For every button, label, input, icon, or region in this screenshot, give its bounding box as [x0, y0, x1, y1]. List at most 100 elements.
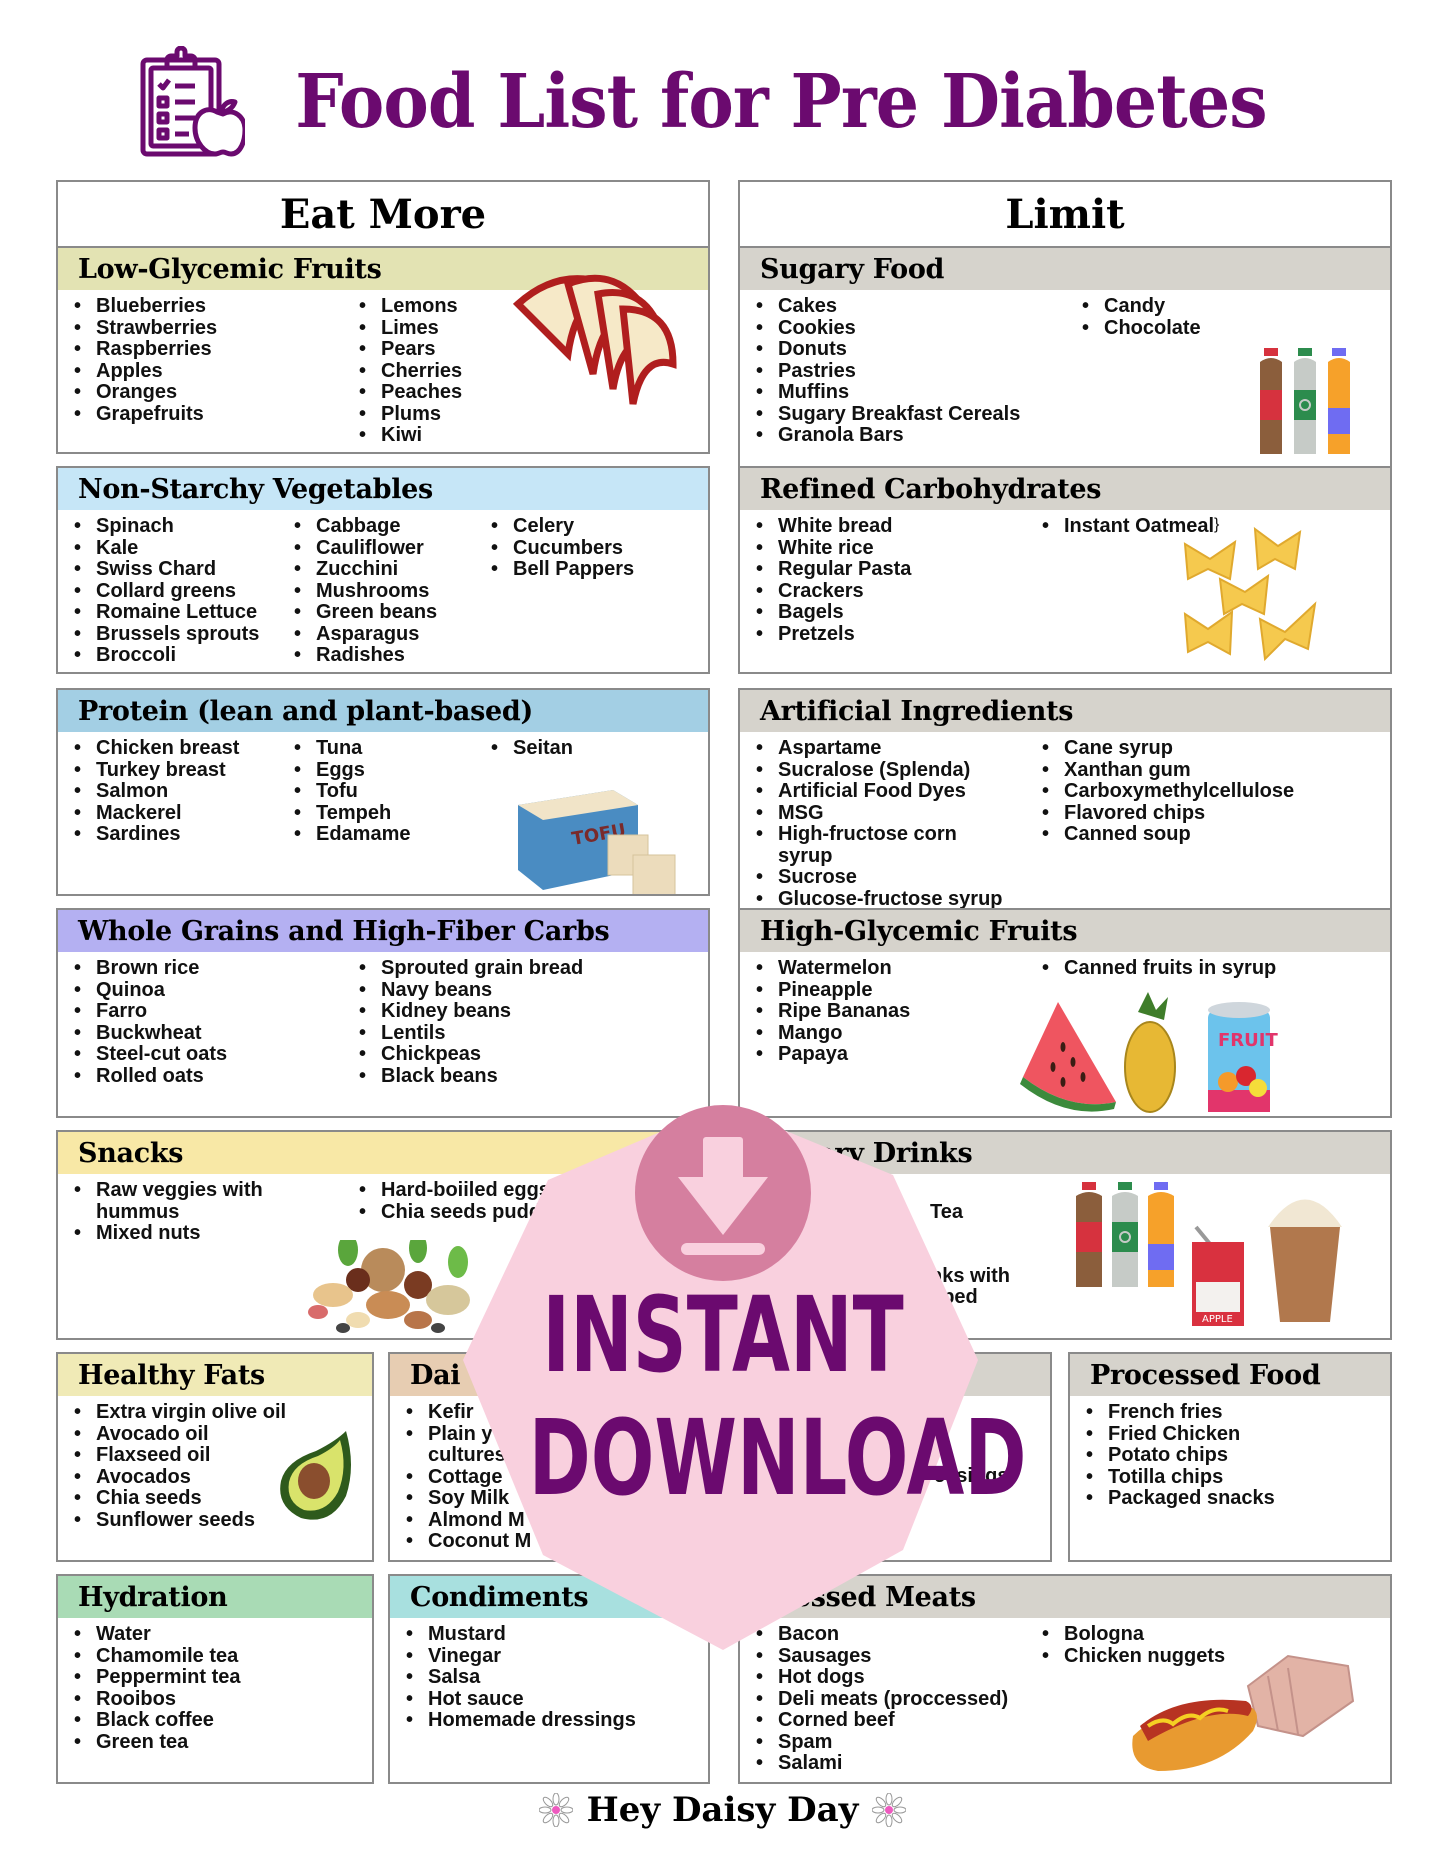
list-item: Cauliflower: [288, 537, 485, 560]
item-list: Brown rice Quinoa Farro Buckwheat Steel-…: [68, 957, 353, 1088]
list-item: Quinoa: [68, 979, 353, 1002]
list-item: Kidney beans: [353, 1000, 583, 1023]
list-item: Potato chips: [1080, 1444, 1275, 1467]
list-item: Navy beans: [353, 979, 583, 1002]
section-title: Processed Food: [1070, 1354, 1390, 1396]
list-item: Flavored chips: [1036, 802, 1294, 825]
watermelon-pineapple-canned-fruit-image: FRUIT: [1020, 992, 1278, 1113]
list-item: Plums: [353, 403, 462, 426]
list-item: Rooibos: [68, 1688, 240, 1711]
list-item: Raw veggies with hummus: [68, 1179, 268, 1223]
list-item: Tofu: [288, 780, 485, 803]
section-protein: Protein (lean and plant-based) Chicken b…: [56, 688, 710, 896]
list-item: Cabbage: [288, 515, 485, 538]
list-item: Oranges: [68, 381, 353, 404]
list-item: Chia seeds: [68, 1487, 286, 1510]
list-item: Crackers: [750, 580, 1036, 603]
item-list: Cakes Cookies Donuts Pastries Muffins Su…: [750, 295, 1076, 447]
section-sugary-food: Sugary Food Cakes Cookies Donuts Pastrie…: [738, 246, 1392, 468]
hotdog-and-ham-image: [1132, 1654, 1355, 1771]
list-item: Rolled oats: [68, 1065, 353, 1088]
section-title: Whole Grains and High-Fiber Carbs: [58, 910, 708, 952]
section-healthy-fats: Healthy Fats Extra virgin olive oil Avoc…: [56, 1352, 374, 1562]
list-item: Eggs: [288, 759, 485, 782]
list-item: Green tea: [68, 1731, 240, 1754]
list-item: Canned fruits in syrup: [1036, 957, 1276, 980]
list-item: Watermelon: [750, 957, 1036, 980]
list-item: Mackerel: [68, 802, 288, 825]
item-list: Celery Cucumbers Bell Pappers: [485, 515, 634, 667]
list-item: Sucralose (Splenda): [750, 759, 1036, 782]
section-processed-food: Processed Food French fries Fried Chicke…: [1068, 1352, 1392, 1562]
list-item: Bell Pappers: [485, 558, 634, 581]
list-item: Edamame: [288, 823, 485, 846]
instant-label: INSTANT: [542, 1274, 904, 1396]
list-item: Donuts: [750, 338, 1076, 361]
list-item: Kiwi: [353, 424, 462, 447]
list-item: Candy: [1076, 295, 1201, 318]
list-item: Steel-cut oats: [68, 1043, 353, 1066]
list-item: Homemade dressings: [400, 1709, 636, 1732]
list-item: White bread: [750, 515, 1036, 538]
list-item: Broccoli: [68, 644, 288, 667]
list-item: Avocado oil: [68, 1423, 286, 1446]
can-label: FRUIT: [1218, 1030, 1278, 1051]
list-item: Peaches: [353, 381, 462, 404]
list-item: Celery: [485, 515, 634, 538]
item-list: Lemons Limes Pears Cherries Peaches Plum…: [353, 295, 462, 447]
list-item: Black coffee: [68, 1709, 240, 1732]
item-list: Aspartame Sucralose (Splenda) Artificial…: [750, 737, 1036, 908]
list-item: Sprouted grain bread: [353, 957, 583, 980]
list-item: Swiss Chard: [68, 558, 288, 581]
list-item: Avocados: [68, 1466, 286, 1489]
list-item: Extra virgin olive oil: [68, 1401, 286, 1424]
list-item: Water: [68, 1623, 240, 1646]
instant-download-badge[interactable]: INSTANT DOWNLOAD: [453, 1085, 1026, 1655]
list-item: Pears: [353, 338, 462, 361]
list-item: Hot dogs: [750, 1666, 1036, 1689]
column-limit: Limit: [738, 180, 1392, 248]
list-item: Corned beef: [750, 1709, 1036, 1732]
soda-bottles-image: [1260, 348, 1350, 454]
item-list: Sprouted grain bread Navy beans Kidney b…: [353, 957, 583, 1088]
list-item: Turkey breast: [68, 759, 288, 782]
list-item: Pastries: [750, 360, 1076, 383]
item-list: French fries Fried Chicken Potato chips …: [1080, 1401, 1275, 1510]
list-item: Cherries: [353, 360, 462, 383]
item-list: Tuna Eggs Tofu Tempeh Edamame: [288, 737, 485, 846]
item-list: Chicken breast Turkey breast Salmon Mack…: [68, 737, 288, 846]
avocado-image: [280, 1431, 351, 1520]
list-item: Kale: [68, 537, 288, 560]
list-item: French fries: [1080, 1401, 1275, 1424]
daisy-icon: [872, 1793, 907, 1827]
daisy-icon: [538, 1793, 573, 1827]
list-item: Black beans: [353, 1065, 583, 1088]
list-item: Canned soup: [1036, 823, 1294, 846]
section-low-glycemic-fruits: Low-Glycemic Fruits Blueberries Strawber…: [56, 246, 710, 454]
list-item: Lentils: [353, 1022, 583, 1045]
section-title: High-Glycemic Fruits: [740, 910, 1390, 952]
section-refined-carbohydrates: Refined Carbohydrates White bread White …: [738, 466, 1392, 674]
list-item: Farro: [68, 1000, 353, 1023]
bowtie-pasta-image: [1183, 526, 1317, 662]
list-item: Ripe Bananas: [750, 1000, 1036, 1023]
brand-name: Hey Daisy Day: [586, 1790, 859, 1830]
list-item: Lemons: [353, 295, 462, 318]
list-item: Deli meats (proccessed): [750, 1688, 1036, 1711]
list-item: Mango: [750, 1022, 1036, 1045]
list-item: Green beans: [288, 601, 485, 624]
list-item: Sunflower seeds: [68, 1509, 286, 1532]
item-list: Watermelon Pineapple Ripe Bananas Mango …: [750, 957, 1036, 1066]
juice-box-label: APPLE: [1202, 1314, 1233, 1325]
list-item: Muffins: [750, 381, 1076, 404]
section-title: Refined Carbohydrates: [740, 468, 1390, 510]
list-item: Pineapple: [750, 979, 1036, 1002]
list-item: Salami: [750, 1752, 1036, 1775]
list-item: Seitan: [485, 737, 573, 760]
list-item: Cucumbers: [485, 537, 634, 560]
list-item: Chicken breast: [68, 737, 288, 760]
list-item: Carboxymethylcellulose: [1036, 780, 1294, 803]
list-item: Cakes: [750, 295, 1076, 318]
item-list: Candy Chocolate: [1076, 295, 1201, 447]
list-item: MSG: [750, 802, 1036, 825]
